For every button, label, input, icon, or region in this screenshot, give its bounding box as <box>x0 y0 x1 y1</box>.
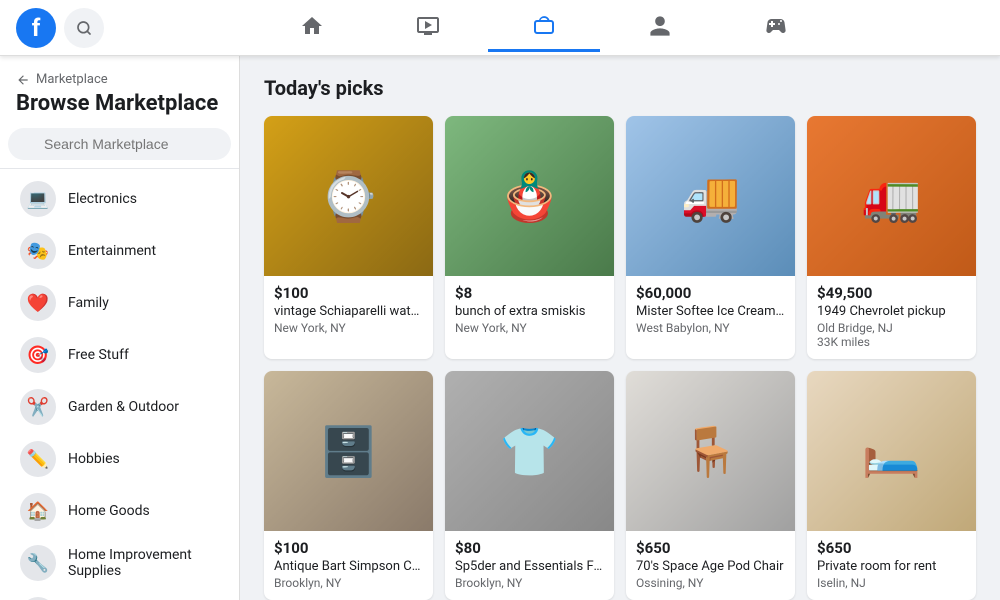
product-card-p3[interactable]: 🚚 $60,000 Mister Softee Ice Cream Truck … <box>626 116 795 359</box>
product-image-p4: 🚛 <box>807 116 976 276</box>
breadcrumb-label: Marketplace <box>36 72 108 87</box>
layout: Marketplace Browse Marketplace 💻 Electro… <box>0 56 1000 600</box>
product-image-p3: 🚚 <box>626 116 795 276</box>
sidebar-search-input[interactable] <box>8 128 231 160</box>
sidebar-item-icon-free-stuff: 🎯 <box>20 337 56 373</box>
product-price-p4: $49,500 <box>817 284 966 302</box>
product-location-p3: West Babylon, NY <box>636 321 785 335</box>
sidebar-item-label-home-goods: Home Goods <box>68 503 150 519</box>
sidebar-divider <box>0 168 239 169</box>
sidebar-item-hobbies[interactable]: ✏️ Hobbies <box>4 433 235 485</box>
sidebar-item-label-family: Family <box>68 295 109 311</box>
product-name-p4: 1949 Chevrolet pickup <box>817 304 966 319</box>
product-image-p8: 🛏️ <box>807 371 976 531</box>
sidebar-items-list: 💻 Electronics 🎭 Entertainment ❤️ Family … <box>0 173 239 600</box>
product-location-p8: Iselin, NJ <box>817 576 966 590</box>
product-card-p2[interactable]: 🪆 $8 bunch of extra smiskis New York, NY <box>445 116 614 359</box>
product-price-p3: $60,000 <box>636 284 785 302</box>
product-price-p8: $650 <box>817 539 966 557</box>
sidebar-item-garden-outdoor[interactable]: ✂️ Garden & Outdoor <box>4 381 235 433</box>
top-nav-left: f <box>16 8 104 48</box>
sidebar-item-icon-home-improvement: 🔧 <box>20 545 56 581</box>
sidebar-item-home-improvement[interactable]: 🔧 Home Improvement Supplies <box>4 537 235 589</box>
product-image-p7: 🪑 <box>626 371 795 531</box>
product-card-p5[interactable]: 🗄️ $100 Antique Bart Simpson Cabinet Bro… <box>264 371 433 600</box>
product-card-p7[interactable]: 🪑 $650 70's Space Age Pod Chair Ossining… <box>626 371 795 600</box>
product-image-p1: ⌚ <box>264 116 433 276</box>
nav-gaming-button[interactable] <box>720 4 832 52</box>
product-name-p8: Private room for rent <box>817 559 966 574</box>
product-image-p5: 🗄️ <box>264 371 433 531</box>
sidebar-item-label-entertainment: Entertainment <box>68 243 156 259</box>
product-info-p2: $8 bunch of extra smiskis New York, NY <box>445 276 614 345</box>
product-info-p5: $100 Antique Bart Simpson Cabinet Brookl… <box>264 531 433 600</box>
product-image-p6: 👕 <box>445 371 614 531</box>
sidebar-item-free-stuff[interactable]: 🎯 Free Stuff <box>4 329 235 381</box>
product-mileage-p4: 33K miles <box>817 335 966 349</box>
product-card-p8[interactable]: 🛏️ $650 Private room for rent Iselin, NJ <box>807 371 976 600</box>
nav-marketplace-button[interactable] <box>488 4 600 52</box>
sidebar-item-electronics[interactable]: 💻 Electronics <box>4 173 235 225</box>
sidebar-item-icon-hobbies: ✏️ <box>20 441 56 477</box>
product-info-p6: $80 Sp5der and Essentials Fear of God Tr… <box>445 531 614 600</box>
sidebar-item-label-hobbies: Hobbies <box>68 451 120 467</box>
product-info-p1: $100 vintage Schiaparelli watches New Yo… <box>264 276 433 345</box>
sidebar-item-icon-garden-outdoor: ✂️ <box>20 389 56 425</box>
product-image-p2: 🪆 <box>445 116 614 276</box>
sidebar-item-icon-electronics: 💻 <box>20 181 56 217</box>
sidebar-title: Browse Marketplace <box>16 91 223 116</box>
sidebar-item-icon-family: ❤️ <box>20 285 56 321</box>
product-location-p5: Brooklyn, NY <box>274 576 423 590</box>
main-content: Today's picks ⌚ $100 vintage Schiaparell… <box>240 56 1000 600</box>
sidebar-item-family[interactable]: ❤️ Family <box>4 277 235 329</box>
product-location-p6: Brooklyn, NY <box>455 576 604 590</box>
sidebar-item-home-sales[interactable]: 🏡 Home Sales <box>4 589 235 600</box>
top-nav: f <box>0 0 1000 56</box>
products-grid: ⌚ $100 vintage Schiaparelli watches New … <box>264 116 976 600</box>
product-name-p5: Antique Bart Simpson Cabinet <box>274 559 423 574</box>
product-name-p2: bunch of extra smiskis <box>455 304 604 319</box>
product-price-p2: $8 <box>455 284 604 302</box>
product-price-p7: $650 <box>636 539 785 557</box>
product-price-p6: $80 <box>455 539 604 557</box>
sidebar-item-label-electronics: Electronics <box>68 191 137 207</box>
product-info-p4: $49,500 1949 Chevrolet pickup Old Bridge… <box>807 276 976 359</box>
sidebar-item-icon-home-goods: 🏠 <box>20 493 56 529</box>
product-location-p2: New York, NY <box>455 321 604 335</box>
global-search-button[interactable] <box>64 8 104 48</box>
product-location-p1: New York, NY <box>274 321 423 335</box>
product-card-p4[interactable]: 🚛 $49,500 1949 Chevrolet pickup Old Brid… <box>807 116 976 359</box>
product-name-p6: Sp5der and Essentials Fear of God Tracks… <box>455 559 604 574</box>
product-info-p7: $650 70's Space Age Pod Chair Ossining, … <box>626 531 795 600</box>
product-location-p4: Old Bridge, NJ <box>817 321 966 335</box>
sidebar-item-icon-entertainment: 🎭 <box>20 233 56 269</box>
product-price-p1: $100 <box>274 284 423 302</box>
product-card-p6[interactable]: 👕 $80 Sp5der and Essentials Fear of God … <box>445 371 614 600</box>
facebook-logo[interactable]: f <box>16 8 56 48</box>
product-location-p7: Ossining, NY <box>636 576 785 590</box>
nav-watch-button[interactable] <box>372 4 484 52</box>
sidebar-item-label-free-stuff: Free Stuff <box>68 347 129 363</box>
section-title: Today's picks <box>264 76 976 100</box>
top-nav-center <box>256 4 832 52</box>
product-name-p3: Mister Softee Ice Cream Truck <box>636 304 785 319</box>
product-name-p7: 70's Space Age Pod Chair <box>636 559 785 574</box>
sidebar-item-label-garden-outdoor: Garden & Outdoor <box>68 399 179 415</box>
product-name-p1: vintage Schiaparelli watches <box>274 304 423 319</box>
product-price-p5: $100 <box>274 539 423 557</box>
product-info-p8: $650 Private room for rent Iselin, NJ <box>807 531 976 600</box>
product-card-p1[interactable]: ⌚ $100 vintage Schiaparelli watches New … <box>264 116 433 359</box>
sidebar-item-label-home-improvement: Home Improvement Supplies <box>68 547 219 579</box>
sidebar: Marketplace Browse Marketplace 💻 Electro… <box>0 56 240 600</box>
sidebar-item-entertainment[interactable]: 🎭 Entertainment <box>4 225 235 277</box>
nav-home-button[interactable] <box>256 4 368 52</box>
sidebar-item-home-goods[interactable]: 🏠 Home Goods <box>4 485 235 537</box>
search-wrap <box>8 128 231 160</box>
product-info-p3: $60,000 Mister Softee Ice Cream Truck We… <box>626 276 795 345</box>
nav-profile-button[interactable] <box>604 4 716 52</box>
sidebar-back-button[interactable]: Marketplace <box>16 72 223 87</box>
sidebar-header: Marketplace Browse Marketplace <box>0 64 239 128</box>
